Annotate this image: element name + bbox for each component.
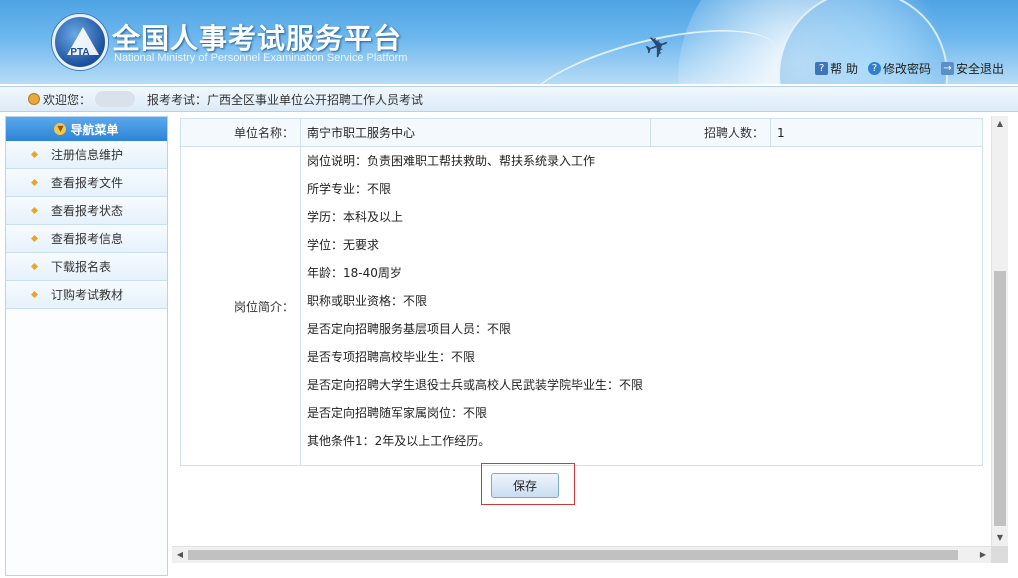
desc-line: 岗位说明：负责困难职工帮扶救助、帮扶系统录入工作 [307,154,596,168]
sidebar-item-label: 查看报考信息 [51,232,124,246]
hires-label: 招聘人数： [650,118,771,147]
bullet-icon [30,234,39,243]
scroll-up-icon[interactable]: ▲ [992,116,1008,132]
unit-name-value: 南宁市职工服务中心 [300,118,651,147]
desc-line: 所学专业：不限 [307,182,392,196]
key-icon: ? [867,62,881,75]
sidebar-item-download-form[interactable]: 下载报名表 [6,253,167,281]
unit-name-label: 单位名称： [180,118,301,147]
sidebar-item-exam-status[interactable]: 查看报考状态 [6,197,167,225]
vertical-scrollbar[interactable]: ▲ ▼ [991,116,1008,546]
user-icon [28,93,40,105]
welcome-greeting: 欢迎您： [43,92,92,107]
sidebar-item-label: 查看报考状态 [51,204,124,218]
horizontal-scrollbar[interactable]: ◀ ▶ [172,546,991,563]
job-desc-lines: 岗位说明：负责困难职工帮扶救助、帮扶系统录入工作 所学专业：不限 学历：本科及以… [307,147,976,465]
exam-label: 报考考试：广西全区事业单位公开招聘工作人员考试 [147,92,424,107]
chevron-down-icon: ▼ [54,123,67,135]
sidebar-item-exam-info[interactable]: 查看报考信息 [6,225,167,253]
sidebar-item-label: 查看报考文件 [51,176,124,190]
desc-line: 是否定向招聘服务基层项目人员：不限 [307,322,512,336]
desc-line: 职称或职业资格：不限 [307,294,428,308]
vertical-scroll-thumb[interactable] [994,271,1006,526]
logout-label: 安全退出 [955,62,1004,76]
sidebar-item-label: 注册信息维护 [51,148,124,162]
sidebar-item-label: 订购考试教材 [51,288,124,302]
scroll-left-icon[interactable]: ◀ [172,547,188,563]
desc-line: 其他条件1：2年及以上工作经历。 [307,434,491,448]
desc-line: 年龄：18-40周岁 [307,266,402,280]
sidebar-item-order-books[interactable]: 订购考试教材 [6,281,167,309]
masked-username [95,91,136,107]
help-link-label: 帮 助 [830,62,858,76]
main-content: 单位名称： 南宁市职工服务中心 招聘人数： 1 岗位简介： 岗位说明：负责困难职… [172,116,1008,564]
job-desc-label: 岗位简介： [180,146,301,466]
site-title: 全国人事考试服务平台 [112,22,403,55]
table-row: 岗位简介： 岗位说明：负责困难职工帮扶救助、帮扶系统录入工作 所学专业：不限 学… [180,146,983,466]
bullet-icon [30,150,39,159]
scroll-down-icon[interactable]: ▼ [992,530,1008,546]
change-password-link[interactable]: ? 修改密码 [867,60,931,77]
logo-text: PTA [70,47,90,58]
welcome-bar: 欢迎您： 报考考试：广西全区事业单位公开招聘工作人员考试 [0,86,1018,112]
sidebar-item-label: 下载报名表 [51,260,112,274]
header-links: ? 帮 助 ? 修改密码 → 安全退出 [815,60,1004,77]
desc-line: 学历：本科及以上 [307,210,404,224]
desc-line: 是否定向招聘随军家属岗位：不限 [307,406,488,420]
exit-icon: → [940,62,954,75]
site-subtitle: National Ministry of Personnel Examinati… [114,52,408,64]
scrollbar-corner [991,546,1008,563]
pta-logo: PTA [52,14,108,70]
desc-line: 学位：无要求 [307,238,380,252]
logout-link[interactable]: → 安全退出 [940,60,1004,77]
bullet-icon [30,178,39,187]
table-row: 单位名称： 南宁市职工服务中心 招聘人数： 1 [180,118,983,147]
bullet-icon [30,206,39,215]
help-link[interactable]: ? 帮 助 [815,60,858,77]
header-banner: PTA 全国人事考试服务平台 National Ministry of Pers… [0,0,1018,84]
horizontal-scroll-thumb[interactable] [188,550,958,560]
sidebar-header-label: 导航菜单 [70,122,119,137]
help-icon: ? [815,62,829,75]
sidebar-item-exam-files[interactable]: 查看报考文件 [6,169,167,197]
bullet-icon [30,262,39,271]
sidebar-nav: ▼ 导航菜单 注册信息维护 查看报考文件 查看报考状态 查看报考信息 下载报名表… [5,116,168,576]
sidebar-item-register-info[interactable]: 注册信息维护 [6,141,167,169]
bullet-icon [30,290,39,299]
job-desc-cell: 岗位说明：负责困难职工帮扶救助、帮扶系统录入工作 所学专业：不限 学历：本科及以… [300,146,983,466]
save-button[interactable]: 保存 [491,473,559,498]
job-info-table: 单位名称： 南宁市职工服务中心 招聘人数： 1 岗位简介： 岗位说明：负责困难职… [180,118,983,466]
desc-line: 是否专项招聘高校毕业生：不限 [307,350,476,364]
sidebar-header: ▼ 导航菜单 [6,117,167,141]
scroll-right-icon[interactable]: ▶ [975,547,991,563]
desc-line: 是否定向招聘大学生退役士兵或高校人民武装学院毕业生：不限 [307,378,644,392]
change-password-label: 修改密码 [882,62,931,76]
save-highlight-frame: 保存 [481,463,575,505]
hires-value: 1 [770,118,983,147]
